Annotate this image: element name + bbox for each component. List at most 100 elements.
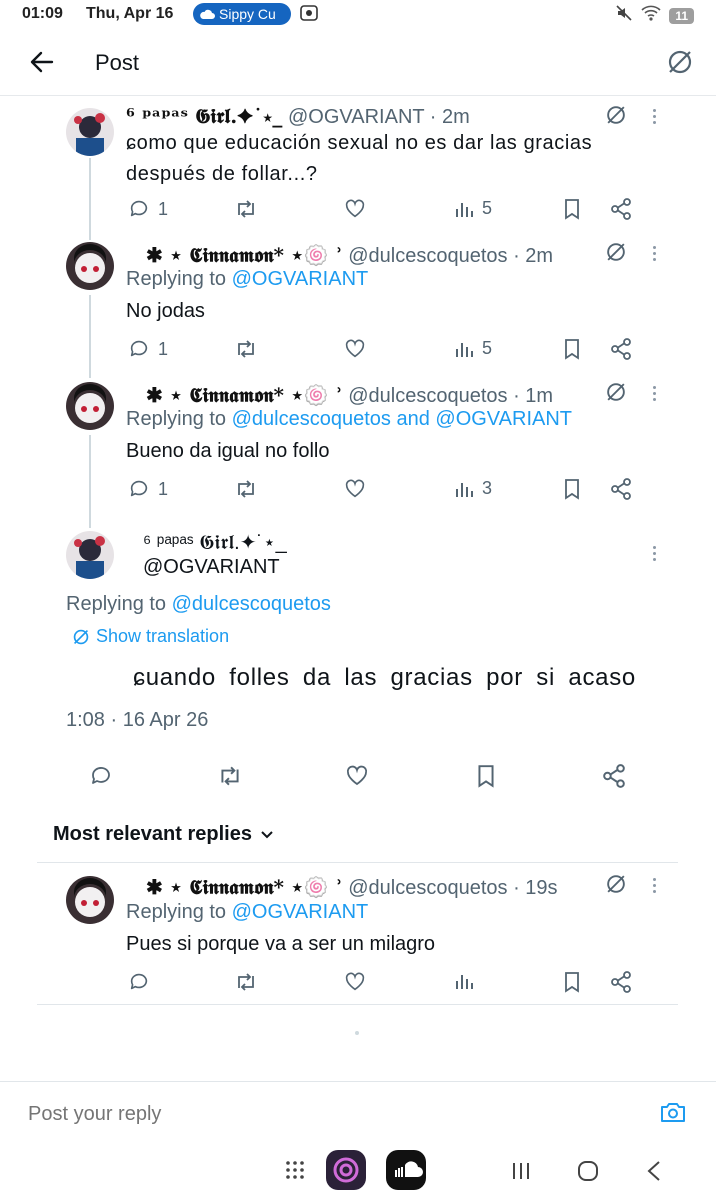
views-button[interactable] bbox=[454, 971, 474, 991]
avatar[interactable] bbox=[66, 382, 114, 430]
avatar[interactable] bbox=[66, 242, 114, 290]
soundcloud-icon[interactable] bbox=[386, 1150, 426, 1195]
handle[interactable]: @OGVARIANT · 2m bbox=[288, 106, 470, 128]
recents-button[interactable] bbox=[511, 1161, 531, 1186]
replying-to: Replying to @dulcescoquetos and @OGVARIA… bbox=[126, 408, 572, 431]
clock: 01:09 bbox=[22, 5, 63, 22]
grok-icon[interactable] bbox=[605, 873, 627, 900]
app-shortcut-icon[interactable] bbox=[326, 1150, 366, 1195]
display-name[interactable]: ✱ ⋆ 𝕮𝖎𝖓𝖓𝖆𝖒𝖔𝖓* ⋆🍥 ʾ bbox=[146, 875, 343, 899]
app-grid-icon[interactable] bbox=[285, 1160, 305, 1185]
repost-button[interactable] bbox=[234, 338, 258, 360]
nav-back-button[interactable] bbox=[645, 1160, 663, 1187]
mute-icon bbox=[615, 4, 633, 27]
share-button[interactable] bbox=[610, 198, 632, 220]
display-name[interactable]: ⁶ ᵖᵃᵖᵃˢ 𝕲𝖎𝖗𝖑.✦˙⋆_ bbox=[143, 530, 287, 555]
reply-sort-label: Most relevant replies bbox=[53, 823, 252, 845]
camera-icon[interactable] bbox=[660, 1100, 686, 1129]
replying-to-prefix: Replying to bbox=[126, 268, 232, 290]
reply-button[interactable]: 1 bbox=[128, 198, 168, 220]
grok-icon[interactable] bbox=[605, 381, 627, 408]
share-button[interactable] bbox=[610, 338, 632, 360]
grok-icon[interactable] bbox=[605, 241, 627, 268]
repost-button[interactable] bbox=[234, 971, 258, 993]
replying-to-handle[interactable]: @OGVARIANT bbox=[232, 901, 369, 923]
repost-icon bbox=[238, 973, 254, 991]
reply-button[interactable]: 1 bbox=[128, 478, 168, 500]
bookmark-icon bbox=[565, 972, 579, 993]
bookmark-button[interactable] bbox=[562, 478, 582, 500]
share-icon bbox=[611, 338, 631, 360]
like-button[interactable] bbox=[344, 478, 366, 500]
views-button[interactable]: 3 bbox=[454, 478, 492, 499]
cloud-icon bbox=[200, 9, 215, 19]
avatar[interactable] bbox=[66, 108, 114, 156]
heart-icon bbox=[345, 972, 365, 991]
home-button[interactable] bbox=[577, 1160, 599, 1187]
post-timestamp: 1:08 · 16 Apr 26 bbox=[66, 709, 209, 731]
more-options-icon[interactable] bbox=[651, 875, 657, 896]
bookmark-icon bbox=[565, 339, 579, 360]
replying-to-handle[interactable]: @dulcescoquetos bbox=[172, 593, 331, 615]
composer-divider bbox=[0, 1081, 716, 1082]
tweet-header: ✱ ⋆ 𝕮𝖎𝖓𝖓𝖆𝖒𝖔𝖓* ⋆🍥 ʾ @dulcescoquetos · 19s bbox=[146, 875, 558, 900]
share-button[interactable] bbox=[610, 971, 632, 993]
tweet-actions: 1 3 bbox=[128, 478, 638, 502]
display-name[interactable]: ✱ ⋆ 𝕮𝖎𝖓𝖓𝖆𝖒𝖔𝖓* ⋆🍥 ʾ bbox=[146, 383, 343, 407]
views-button[interactable]: 5 bbox=[454, 198, 492, 219]
share-icon bbox=[611, 198, 631, 220]
top-app-bar: Post bbox=[0, 30, 716, 96]
bookmark-button[interactable] bbox=[562, 338, 582, 360]
like-button[interactable] bbox=[345, 764, 369, 788]
thread-connector bbox=[89, 295, 91, 378]
repost-icon bbox=[238, 200, 254, 218]
back-arrow-icon[interactable] bbox=[28, 48, 56, 81]
avatar[interactable] bbox=[66, 876, 114, 924]
views-button[interactable]: 5 bbox=[454, 338, 492, 359]
heart-icon bbox=[345, 199, 365, 218]
handle[interactable]: @dulcescoquetos · 2m bbox=[348, 245, 553, 267]
like-button[interactable] bbox=[344, 198, 366, 220]
like-button[interactable] bbox=[344, 971, 366, 993]
share-button[interactable] bbox=[610, 478, 632, 500]
replying-to-prefix: Replying to bbox=[126, 408, 232, 430]
heart-icon bbox=[345, 339, 365, 358]
view-count: 5 bbox=[482, 198, 493, 218]
reply-input[interactable] bbox=[28, 1094, 628, 1134]
avatar[interactable] bbox=[66, 531, 114, 579]
view-count: 3 bbox=[482, 478, 493, 498]
view-count: 5 bbox=[482, 338, 493, 358]
reply-button[interactable] bbox=[128, 971, 150, 993]
display-name[interactable]: ✱ ⋆ 𝕮𝖎𝖓𝖓𝖆𝖒𝖔𝖓* ⋆🍥 ʾ bbox=[146, 243, 343, 267]
share-icon bbox=[611, 971, 631, 993]
reply-button[interactable] bbox=[89, 764, 113, 788]
more-options-icon[interactable] bbox=[651, 383, 657, 404]
grok-icon[interactable] bbox=[666, 48, 694, 81]
handle[interactable]: @dulcescoquetos · 19s bbox=[348, 877, 557, 899]
replying-to-handle[interactable]: @OGVARIANT bbox=[232, 268, 369, 290]
share-button[interactable] bbox=[602, 764, 626, 788]
display-name[interactable]: ⁶ ᵖᵃᵖᵃˢ 𝕲𝖎𝖗𝖑.✦˙⋆_ bbox=[126, 104, 282, 128]
handle[interactable]: @dulcescoquetos · 1m bbox=[348, 385, 553, 407]
grok-icon[interactable] bbox=[605, 104, 627, 131]
thread-connector bbox=[89, 158, 91, 240]
bookmark-button[interactable] bbox=[562, 971, 582, 993]
bookmark-button[interactable] bbox=[562, 198, 582, 220]
media-pill[interactable]: Sippy Cu bbox=[193, 3, 291, 25]
more-options-icon[interactable] bbox=[651, 106, 657, 127]
reply-button[interactable]: 1 bbox=[128, 338, 168, 360]
views-icon bbox=[456, 482, 473, 497]
repost-button[interactable] bbox=[217, 764, 243, 788]
post-text: ɕuando folles da las gracias por si acas… bbox=[133, 664, 636, 691]
bookmark-button[interactable] bbox=[475, 764, 497, 788]
thread-connector bbox=[89, 435, 91, 528]
more-options-icon[interactable] bbox=[651, 543, 657, 564]
repost-button[interactable] bbox=[234, 478, 258, 500]
repost-button[interactable] bbox=[234, 198, 258, 220]
replying-to-handle[interactable]: @dulcescoquetos and @OGVARIANT bbox=[232, 408, 572, 430]
like-button[interactable] bbox=[344, 338, 366, 360]
reply-sort-dropdown[interactable]: Most relevant replies bbox=[53, 823, 274, 846]
more-options-icon[interactable] bbox=[651, 243, 657, 264]
handle[interactable]: @OGVARIANT bbox=[143, 556, 280, 579]
show-translation-button[interactable]: Show translation bbox=[72, 626, 229, 647]
